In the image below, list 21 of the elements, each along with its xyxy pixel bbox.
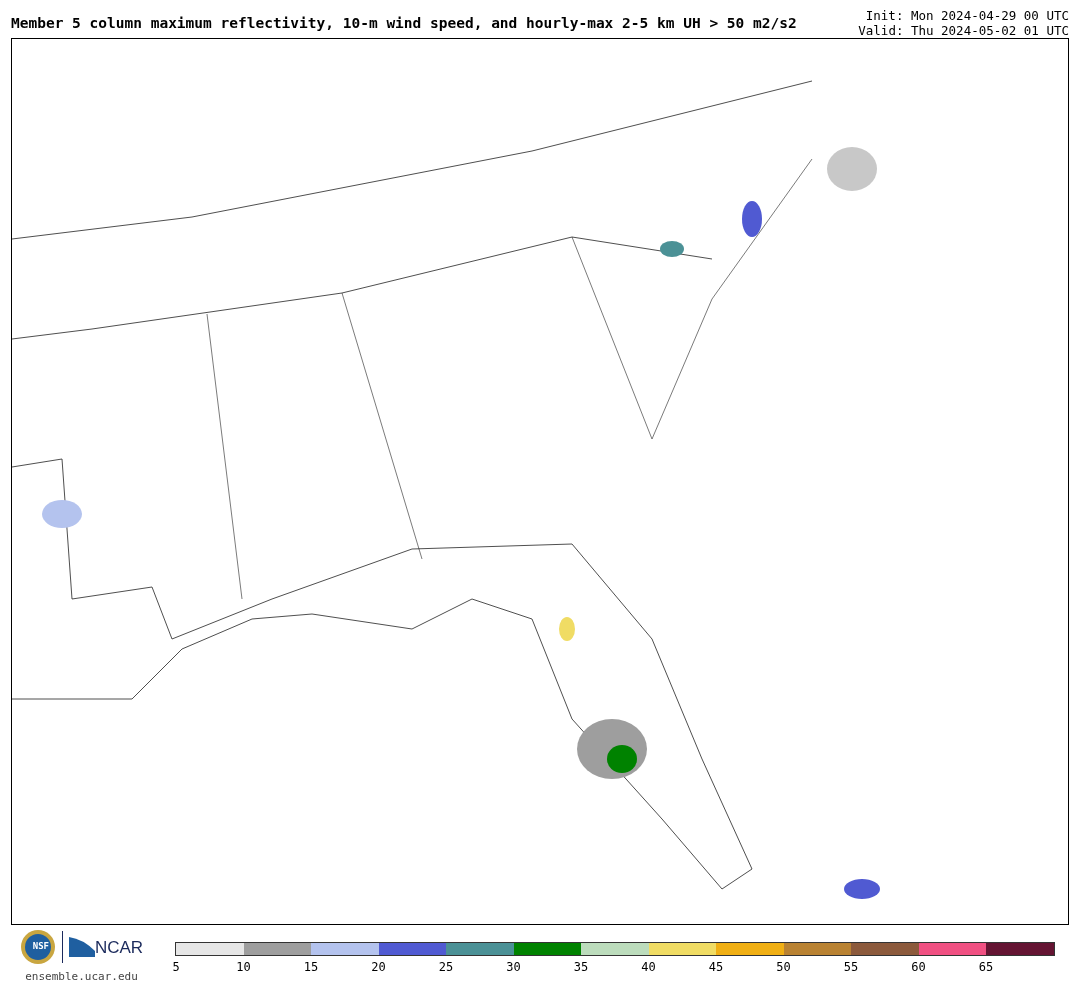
- colorbar-tick-label: 20: [371, 961, 386, 973]
- colorbar-tick-label: 10: [236, 961, 251, 973]
- swoosh-logo-icon: [68, 937, 95, 957]
- colorbar-tick-label: 40: [641, 961, 656, 973]
- ncar-logo-text: NCAR: [94, 938, 144, 956]
- colorbar-tick-label: 60: [911, 961, 926, 973]
- colorbar-tick-label: 35: [573, 961, 589, 973]
- colorbar-tick-label: 50: [776, 961, 791, 973]
- valid-time: Valid: Thu 2024-05-02 01 UTC: [858, 23, 1069, 38]
- colorbar-tick-label: 65: [978, 961, 994, 973]
- colorbar-tick-label: 15: [303, 961, 319, 973]
- site-url: ensemble.ucar.edu: [25, 969, 138, 985]
- colorbar-tick-label: 5: [172, 961, 180, 973]
- init-time: Init: Mon 2024-04-29 00 UTC: [865, 8, 1069, 23]
- colorbar-tick-label: 25: [438, 961, 454, 973]
- nsf-logo-text: NSF: [31, 940, 51, 954]
- colorbar-tick-label: 55: [843, 961, 859, 973]
- colorbar-tick-label: 30: [506, 961, 521, 973]
- colorbar-tick-label: 45: [708, 961, 724, 973]
- globe-logo-icon: [19, 929, 56, 965]
- map-title: Member 5 column maximum reflectivity, 10-m wind speed, and hourly-max 2-5 km UH > 50 m2/s2: [11, 14, 797, 31]
